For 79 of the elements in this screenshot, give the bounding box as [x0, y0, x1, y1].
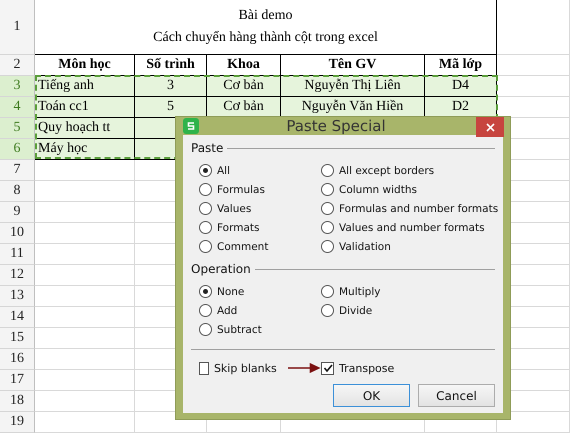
table-cell: D4 — [425, 76, 497, 97]
checkbox-option[interactable]: Skip blanks — [199, 360, 321, 376]
close-icon — [486, 122, 494, 132]
row-header[interactable]: 14 — [0, 307, 35, 328]
group-label: Paste — [191, 141, 224, 155]
table-cell: D2 — [425, 97, 497, 118]
radio-button[interactable] — [199, 183, 212, 196]
row-header[interactable]: 19 — [0, 412, 35, 433]
app-logo-icon — [183, 118, 199, 134]
radio-option[interactable]: Subtract — [199, 320, 321, 339]
row-header[interactable]: 12 — [0, 265, 35, 286]
radio-button[interactable] — [199, 285, 212, 298]
row-header[interactable]: 15 — [0, 328, 35, 349]
row-header[interactable]: 2 — [0, 55, 35, 76]
radio-option[interactable]: None — [199, 282, 321, 301]
dialog-title: Paste Special — [285, 117, 387, 135]
row-header[interactable]: 6 — [0, 139, 35, 160]
radio-option[interactable]: Values and number formats — [321, 218, 498, 237]
radio-button[interactable] — [321, 240, 334, 253]
table-cell: 3 — [135, 76, 207, 97]
checkbox-option[interactable]: Transpose — [321, 360, 495, 376]
row-header[interactable]: 3 — [0, 76, 35, 97]
row-header[interactable]: 5 — [0, 118, 35, 139]
row-header[interactable]: 8 — [0, 181, 35, 202]
pointer-arrow — [288, 360, 321, 376]
row-header[interactable]: 13 — [0, 286, 35, 307]
row-header[interactable]: 10 — [0, 223, 35, 244]
radio-button[interactable] — [199, 304, 212, 317]
header-cell: Khoa — [207, 55, 281, 76]
radio-button[interactable] — [199, 164, 212, 177]
radio-option[interactable]: Formulas — [199, 180, 321, 199]
radio-button[interactable] — [321, 221, 334, 234]
radio-button[interactable] — [321, 202, 334, 215]
checkbox[interactable] — [321, 362, 334, 374]
table-cell: Toán cc1 — [35, 97, 135, 118]
group-label: Operation — [191, 262, 251, 276]
table-cell: Máy học — [35, 139, 135, 160]
radio-button[interactable] — [199, 221, 212, 234]
radio-option[interactable]: Comment — [199, 237, 321, 256]
table-cell: Quy hoạch tt — [35, 118, 135, 139]
dialog-button[interactable]: Cancel — [418, 384, 495, 407]
radio-option[interactable]: Divide — [321, 301, 495, 320]
table-cell: Cơ bản — [207, 97, 281, 118]
dialog-button[interactable]: OK — [333, 384, 410, 407]
radio-option[interactable]: Validation — [321, 237, 498, 256]
radio-button[interactable] — [321, 304, 334, 317]
radio-button[interactable] — [321, 164, 334, 177]
table-cell: Nguyễn Thị Liên — [281, 76, 425, 97]
radio-button[interactable] — [199, 202, 212, 215]
radio-option[interactable]: Multiply — [321, 282, 495, 301]
radio-option[interactable]: Column widths — [321, 180, 498, 199]
radio-option[interactable]: Formulas and number formats — [321, 199, 498, 218]
table-cell: Tiếng anh — [35, 76, 135, 97]
radio-option[interactable]: Formats — [199, 218, 321, 237]
title-text: Cách chuyển hàng thành cột trong excel — [153, 29, 378, 47]
row-header[interactable]: 16 — [0, 349, 35, 370]
radio-option[interactable]: Values — [199, 199, 321, 218]
close-button[interactable] — [476, 117, 504, 137]
table-cell: Nguyễn Văn Hiền — [281, 97, 425, 118]
row-header[interactable]: 1 — [0, 0, 35, 55]
header-cell: Mã lớp — [425, 55, 497, 76]
checkbox[interactable] — [199, 362, 209, 374]
radio-option[interactable]: All except borders — [321, 161, 498, 180]
row-header[interactable]: 11 — [0, 244, 35, 265]
header-cell: Tên GV — [281, 55, 425, 76]
radio-option[interactable]: Add — [199, 301, 321, 320]
table-cell: Cơ bản — [207, 76, 281, 97]
table-cell: 5 — [135, 97, 207, 118]
row-header[interactable]: 9 — [0, 202, 35, 223]
radio-button[interactable] — [199, 240, 212, 253]
title-text: Bài demo — [238, 7, 293, 25]
row-header[interactable]: 4 — [0, 97, 35, 118]
radio-button[interactable] — [199, 323, 212, 336]
row-header[interactable]: 17 — [0, 370, 35, 391]
radio-button[interactable] — [321, 285, 334, 298]
row-header[interactable]: 18 — [0, 391, 35, 412]
radio-option[interactable]: All — [199, 161, 321, 180]
radio-button[interactable] — [321, 183, 334, 196]
row-header[interactable]: 7 — [0, 160, 35, 181]
